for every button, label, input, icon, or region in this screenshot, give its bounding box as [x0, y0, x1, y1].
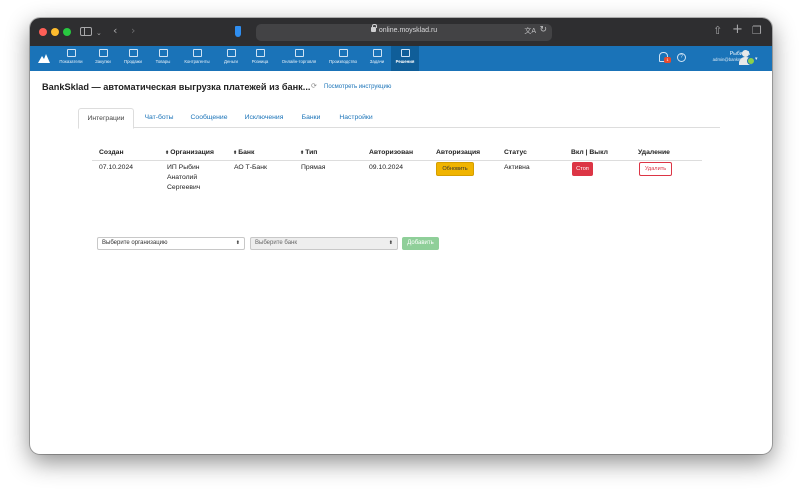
zoom-window-button[interactable] — [63, 28, 71, 36]
contacts-icon — [192, 49, 202, 57]
column-header-bank[interactable]: ⬍Банк — [233, 149, 254, 156]
nav-item-indicators[interactable]: Показатели — [55, 49, 87, 69]
new-tab-icon[interactable]: + — [732, 23, 743, 37]
minimize-window-button[interactable] — [51, 28, 59, 36]
nav-item-tasks[interactable]: Задачи — [367, 49, 387, 69]
tab-chatbots[interactable]: Чат-боты — [140, 108, 178, 128]
tab-bar: Интеграции Чат-боты Сообщение Исключения… — [78, 108, 720, 129]
translate-icon[interactable]: 文A — [524, 26, 536, 36]
cart-icon — [158, 49, 168, 57]
sort-icon: ⬍ — [165, 150, 170, 156]
chevron-down-icon[interactable]: ▾ — [755, 56, 758, 62]
nav-item-retail[interactable]: Розница — [248, 49, 272, 69]
tab-settings[interactable]: Настройки — [334, 108, 378, 128]
select-arrows-icon: ⬍ — [235, 240, 240, 246]
sort-icon: ⬍ — [300, 150, 305, 156]
lock-icon — [370, 24, 377, 32]
organization-select[interactable]: Выберите организацию ⬍ — [97, 237, 245, 250]
column-header-organization[interactable]: ⬍Организация — [165, 149, 214, 156]
close-window-button[interactable] — [39, 28, 47, 36]
solutions-icon — [400, 49, 410, 57]
cell-organization: ИП Рыбин Анатолий Сергеевич — [167, 164, 201, 191]
factory-icon — [338, 49, 348, 57]
sales-icon — [128, 49, 138, 57]
online-status-icon — [747, 57, 755, 65]
tasks-icon — [372, 49, 382, 57]
register-icon — [255, 49, 265, 57]
reload-icon[interactable]: ↻ — [539, 25, 547, 35]
status-badge: Активна — [504, 164, 530, 171]
column-header-authorized[interactable]: Авторизован — [369, 149, 413, 156]
tab-exceptions[interactable]: Исключения — [240, 108, 288, 128]
back-icon[interactable]: ‹ — [113, 24, 117, 38]
stop-button[interactable]: Стоп — [572, 162, 593, 176]
cell-authorized: 09.10.2024 — [369, 164, 404, 171]
select-arrows-icon: ⬍ — [388, 240, 393, 246]
nav-item-sales[interactable]: Продажи — [121, 49, 145, 69]
share-icon[interactable]: ⇧ — [713, 24, 722, 38]
chevron-down-icon[interactable]: ⌄ — [96, 26, 102, 40]
sort-icon: ⬍ — [233, 150, 238, 156]
tab-integrations[interactable]: Интеграции — [78, 108, 134, 129]
page-title: BankSklad — автоматическая выгрузка плат… — [42, 82, 311, 92]
wallet-icon — [226, 49, 236, 57]
instruction-link[interactable]: Посмотреть инструкцию — [324, 84, 391, 90]
column-header-delete[interactable]: Удаление — [638, 149, 670, 156]
refresh-icon[interactable]: ⟳ — [311, 82, 317, 90]
delete-button[interactable]: Удалить — [639, 162, 672, 176]
chart-icon — [66, 49, 76, 57]
sidebar-icon[interactable] — [80, 27, 92, 36]
notification-badge: 1 — [664, 57, 671, 63]
app-nav-bar: Показатели Закупки Продажи Товары Контра… — [30, 46, 772, 71]
address-bar[interactable]: online.moysklad.ru 文A ↻ — [256, 24, 552, 41]
cell-type: Прямая — [301, 164, 326, 171]
column-header-type[interactable]: ⬍Тип — [300, 149, 317, 156]
bank-select[interactable]: Выберите банк ⬍ — [250, 237, 398, 250]
column-header-status[interactable]: Статус — [504, 149, 527, 156]
nav-item-money[interactable]: Деньги — [220, 49, 242, 69]
browser-window: ⌄ ‹ › online.moysklad.ru 文A ↻ ⇧ + ❐ Пока… — [30, 18, 772, 454]
nav-item-solutions[interactable]: Решения — [391, 46, 419, 71]
column-header-toggle[interactable]: Вкл | Выкл — [571, 149, 608, 156]
column-header-authorization[interactable]: Авторизация — [436, 149, 480, 156]
nav-item-purchases[interactable]: Закупки — [92, 49, 114, 69]
browser-titlebar: ⌄ ‹ › online.moysklad.ru 文A ↻ ⇧ + ❐ — [30, 18, 772, 46]
column-header-created[interactable]: Создан — [99, 149, 124, 156]
moysklad-logo-icon[interactable] — [37, 52, 51, 64]
forward-icon[interactable]: › — [131, 24, 135, 38]
store-icon — [294, 49, 304, 57]
add-button[interactable]: Добавить — [402, 237, 439, 250]
url-text: online.moysklad.ru — [256, 24, 552, 34]
nav-item-products[interactable]: Товары — [152, 49, 174, 69]
nav-item-online-trade[interactable]: Онлайн-торговля — [277, 49, 321, 69]
refresh-auth-button[interactable]: Обновить — [436, 162, 474, 176]
tabs-icon[interactable]: ❐ — [752, 24, 762, 38]
tab-message[interactable]: Сообщение — [186, 108, 232, 128]
purchases-icon — [98, 49, 108, 57]
cell-bank: АО Т-Банк — [234, 164, 267, 171]
table-header-divider — [92, 160, 702, 161]
avatar[interactable] — [739, 50, 755, 65]
nav-item-contractors[interactable]: Контрагенты — [180, 49, 214, 69]
password-extension-icon[interactable] — [235, 26, 241, 37]
tab-banks[interactable]: Банки — [296, 108, 326, 128]
avatar-head — [742, 50, 749, 57]
cell-created: 07.10.2024 — [99, 164, 134, 171]
nav-item-production[interactable]: Производство — [324, 49, 362, 69]
